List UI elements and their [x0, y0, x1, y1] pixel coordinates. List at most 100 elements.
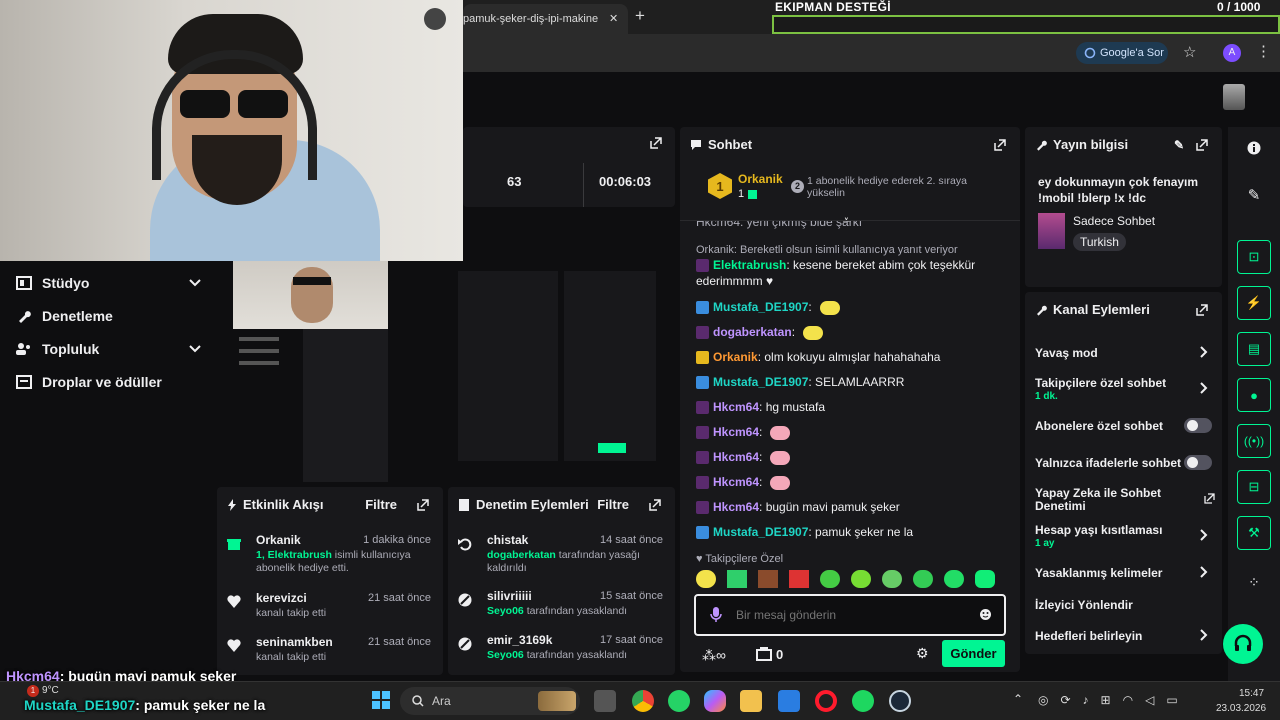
- emote[interactable]: [944, 570, 964, 588]
- emote[interactable]: [820, 570, 840, 588]
- tray-icon[interactable]: ⟳: [1060, 693, 1070, 709]
- chat-emote[interactable]: [770, 425, 791, 440]
- quick-action-boost[interactable]: ⚡: [1237, 286, 1271, 320]
- sidebar-item-studio[interactable]: Stüdyo: [16, 275, 201, 291]
- channel-action-ai-moderation[interactable]: Yapay Zeka ile Sohbet Denetimi: [1035, 487, 1215, 513]
- steam-app-icon[interactable]: [889, 690, 911, 712]
- emote[interactable]: [851, 570, 871, 588]
- sidebar-item-community[interactable]: Topluluk: [16, 341, 201, 357]
- chat-message[interactable]: Hkcm64: bugün mavi pamuk şeker: [696, 500, 900, 515]
- file-explorer-app-icon[interactable]: [740, 690, 762, 712]
- tray-chevron-icon[interactable]: ⌃: [1013, 692, 1023, 706]
- new-tab-button[interactable]: +: [635, 6, 645, 26]
- chat-username[interactable]: Mustafa_DE1907: [713, 375, 808, 390]
- emote[interactable]: [882, 570, 902, 588]
- popout-icon[interactable]: [650, 137, 662, 149]
- popout-icon[interactable]: [649, 498, 661, 511]
- channel-action-goals[interactable]: Hedefleri belirleyin: [1035, 629, 1212, 643]
- volume-icon[interactable]: ◁: [1145, 693, 1154, 709]
- chat-username[interactable]: Orkanik: [713, 350, 758, 365]
- chat-message[interactable]: Mustafa_DE1907: pamuk şeker ne la: [696, 525, 913, 540]
- stream-category[interactable]: Sadece Sohbet: [1073, 214, 1155, 228]
- clock-date[interactable]: 23.03.2026: [1216, 703, 1266, 714]
- chat-emote[interactable]: [803, 325, 824, 340]
- emote[interactable]: [789, 570, 809, 588]
- chat-message[interactable]: dogaberkatan:: [696, 325, 824, 340]
- emoji-picker-icon[interactable]: [979, 608, 992, 621]
- send-button[interactable]: Gönder: [942, 640, 1005, 667]
- chat-message[interactable]: Hkcm64:: [696, 425, 791, 440]
- activity-user[interactable]: seninamkben: [256, 635, 333, 649]
- moderation-filter-button[interactable]: Filtre: [597, 497, 629, 512]
- sidebar-item-moderation[interactable]: Denetleme: [16, 308, 201, 324]
- emote[interactable]: [696, 570, 716, 588]
- activity-filter-button[interactable]: Filtre: [365, 497, 397, 512]
- chat-message[interactable]: Mustafa_DE1907: SELAMLAARRR: [696, 375, 904, 390]
- chat-message[interactable]: Orkanik: olm kokuyu almışlar hahahahaha: [696, 350, 940, 365]
- tray-icon[interactable]: ◎: [1038, 693, 1048, 709]
- store-app-icon[interactable]: [778, 690, 800, 712]
- emote-only-toggle[interactable]: [1184, 455, 1212, 470]
- chat-emote[interactable]: [770, 475, 791, 490]
- user-avatar[interactable]: [1223, 84, 1245, 110]
- start-button[interactable]: [372, 691, 390, 709]
- channel-action-slow-mode[interactable]: Yavaş mod: [1035, 346, 1212, 360]
- chat-message[interactable]: Hkcm64:: [696, 475, 791, 490]
- moderator-name[interactable]: dogaberkatan: [487, 549, 556, 561]
- channel-action-followers-only[interactable]: Takipçilere özel sohbet 1 dk.: [1035, 376, 1212, 402]
- support-chat-button[interactable]: [1223, 624, 1263, 664]
- subscribers-only-toggle[interactable]: [1184, 418, 1212, 433]
- spotify-app-icon[interactable]: [852, 690, 874, 712]
- taskview-app-icon[interactable]: [594, 690, 616, 712]
- chat-input-box[interactable]: [694, 594, 1006, 636]
- chat-username[interactable]: Hkcm64: [713, 500, 759, 515]
- quick-action-mod[interactable]: ⚒: [1237, 516, 1271, 550]
- channel-action-banned-words[interactable]: Yasaklanmış kelimeler: [1035, 566, 1212, 580]
- system-tray-icons[interactable]: ◎ ⟳ ♪ ⊞ ◠ ◁ ▭: [1038, 693, 1198, 709]
- popout-icon[interactable]: [1196, 303, 1208, 316]
- activity-item[interactable]: Orkanik 1 dakika önce 1, Elektrabrush is…: [227, 533, 433, 581]
- channel-action-emote-only[interactable]: Yalnızca ifadelerle sohbet: [1035, 455, 1212, 470]
- activity-user[interactable]: Orkanik: [256, 533, 301, 547]
- microphone-icon[interactable]: [710, 607, 722, 623]
- copilot-app-icon[interactable]: [704, 690, 726, 712]
- moderation-user[interactable]: chistak: [487, 533, 528, 547]
- chat-settings-icon[interactable]: ⚙: [916, 645, 929, 662]
- stream-tag[interactable]: Turkish: [1073, 233, 1126, 251]
- chat-username[interactable]: Hkcm64: [713, 400, 759, 415]
- quick-action-notes[interactable]: ▤: [1237, 332, 1271, 366]
- chat-message-input[interactable]: [736, 606, 966, 624]
- moderation-item[interactable]: emir_3169k 17 saat önce Seyo06 tarafında…: [458, 633, 665, 681]
- quick-action-clip[interactable]: ⊟: [1237, 470, 1271, 504]
- chat-username[interactable]: Mustafa_DE1907: [713, 525, 808, 540]
- chat-username[interactable]: dogaberkatan: [713, 325, 792, 340]
- stream-preview[interactable]: [233, 261, 661, 482]
- chat-message[interactable]: Mustafa_DE1907:: [696, 300, 840, 315]
- profile-avatar[interactable]: A: [1223, 44, 1241, 62]
- google-ask-button[interactable]: Google'a Sor: [1076, 42, 1168, 64]
- popout-icon[interactable]: [417, 498, 429, 511]
- emote[interactable]: [913, 570, 933, 588]
- info-button[interactable]: [1237, 131, 1271, 165]
- channel-action-subscribers-only[interactable]: Abonelere özel sohbet: [1035, 418, 1212, 433]
- moderation-user[interactable]: silivriiiii: [487, 589, 532, 603]
- mic-icon[interactable]: ♪: [1083, 693, 1089, 709]
- tray-icon[interactable]: ⊞: [1101, 693, 1111, 709]
- sidebar-item-drops[interactable]: Droplar ve ödüller: [16, 374, 201, 390]
- activity-item[interactable]: kerevizci 21 saat önce kanalı takip etti: [227, 591, 433, 639]
- chat-emote[interactable]: [770, 450, 791, 465]
- chat-username[interactable]: Hkcm64: [713, 425, 759, 440]
- activity-user[interactable]: kerevizci: [256, 591, 307, 605]
- edit-icon[interactable]: ✎: [1174, 138, 1184, 152]
- activity-highlight[interactable]: 1, Elektrabrush: [256, 549, 332, 561]
- category-boxart[interactable]: [1038, 213, 1065, 249]
- battery-icon[interactable]: ▭: [1166, 693, 1177, 709]
- channel-action-raid[interactable]: İzleyici Yönlendir: [1035, 598, 1212, 612]
- moderation-item[interactable]: silivriiiii 15 saat önce Seyo06 tarafınd…: [458, 589, 665, 637]
- bookmark-star-icon[interactable]: ☆: [1183, 43, 1196, 61]
- chat-emote[interactable]: [819, 300, 840, 315]
- opera-app-icon[interactable]: [815, 690, 837, 712]
- channel-action-account-age[interactable]: Hesap yaşı kısıtlaması 1 ay: [1035, 523, 1212, 549]
- edit-button[interactable]: ✎: [1237, 178, 1271, 212]
- moderation-item[interactable]: chistak 14 saat önce dogaberkatan tarafı…: [458, 533, 665, 581]
